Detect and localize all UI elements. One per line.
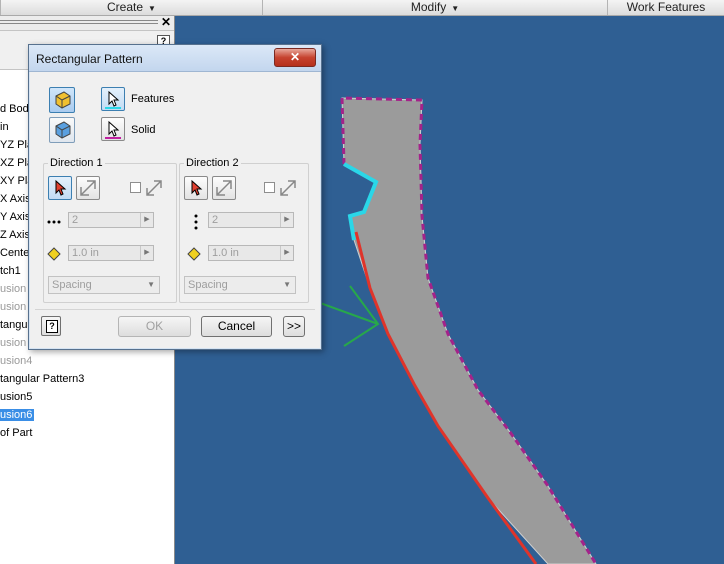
tree-item-label: tangul <box>0 319 30 331</box>
grip-icon[interactable] <box>0 20 158 26</box>
tree-item-label: Y Axis <box>0 211 31 223</box>
arrow-select-icon <box>191 179 203 196</box>
tree-item[interactable]: X Axis <box>0 190 31 208</box>
tree-item-label: usion <box>0 301 27 313</box>
tree-item-label: usion5 <box>0 391 33 403</box>
dialog-title-bar[interactable]: Rectangular Pattern ✕ <box>29 45 321 72</box>
cursor-icon <box>105 120 121 139</box>
ribbon-tab-create[interactable]: Create ▼ <box>0 0 262 15</box>
spacing-icon <box>187 247 201 261</box>
direction1-count-input[interactable]: 2 ▶ <box>68 212 154 228</box>
ok-button[interactable]: OK <box>118 316 191 337</box>
tree-item-label: usion6 <box>0 409 35 421</box>
flip-direction-icon <box>80 180 96 196</box>
flip-direction-icon <box>216 180 232 196</box>
tree-item[interactable]: usion <box>0 298 26 316</box>
direction2-spacing-input[interactable]: 1.0 in ▶ <box>208 245 294 261</box>
direction2-title: Direction 2 <box>184 157 241 169</box>
features-pattern-icon <box>55 91 71 109</box>
spinner-arrow-icon[interactable]: ▶ <box>280 246 293 260</box>
cursor-icon <box>105 90 121 109</box>
dialog-title: Rectangular Pattern <box>36 52 143 66</box>
direction1-method-select[interactable]: Spacing ▼ <box>48 276 160 294</box>
tree-item[interactable]: in <box>0 118 9 136</box>
direction2-midplane-checkbox[interactable] <box>264 182 275 193</box>
direction1-midplane-checkbox[interactable] <box>130 182 141 193</box>
direction1-flip-button[interactable] <box>76 176 100 200</box>
close-icon[interactable]: ✕ <box>161 15 171 29</box>
rectangular-pattern-dialog: Rectangular Pattern ✕ Features Solid Dir… <box>28 44 322 350</box>
tree-item-label: usion <box>0 283 27 295</box>
tree-item[interactable]: usion <box>0 334 26 352</box>
tree-item[interactable]: usion <box>0 280 26 298</box>
midplane-icon <box>280 180 296 196</box>
more-options-button[interactable]: >> <box>283 316 305 337</box>
pattern-features-mode-button[interactable] <box>49 87 75 113</box>
ribbon-tab-modify[interactable]: Modify ▼ <box>262 0 607 15</box>
direction2-count-input[interactable]: 2 ▶ <box>208 212 294 228</box>
pattern-solid-mode-button[interactable] <box>49 117 75 143</box>
browser-title-bar: ✕ <box>0 15 174 31</box>
tree-item[interactable]: Y Axis <box>0 208 30 226</box>
tree-item[interactable]: Z Axis <box>0 226 30 244</box>
tree-item[interactable]: usion6 <box>0 406 35 424</box>
direction2-group: Direction 2 2 ▶ 1.0 in ▶ Spacing ▼ <box>179 157 309 303</box>
tree-item[interactable]: tangular Pattern3 <box>0 370 84 388</box>
direction2-method-select[interactable]: Spacing ▼ <box>184 276 296 294</box>
spinner-arrow-icon[interactable]: ▶ <box>140 213 153 227</box>
count-icon <box>194 214 198 230</box>
ribbon-tab-bar: Create ▼ Modify ▼ Work Features <box>0 0 724 16</box>
ribbon-tab-work-features[interactable]: Work Features <box>607 0 724 15</box>
tree-item[interactable]: tangul <box>0 316 30 334</box>
solid-label: Solid <box>131 124 156 136</box>
cancel-button[interactable]: Cancel <box>201 316 272 337</box>
features-select-button[interactable] <box>101 87 125 111</box>
tree-item-label: Cente <box>0 247 30 259</box>
solid-pattern-icon <box>55 121 71 139</box>
tree-item[interactable]: of Part <box>0 424 32 442</box>
direction1-path-select-button[interactable] <box>48 176 72 200</box>
tree-item[interactable]: tch1 <box>0 262 21 280</box>
arrow-select-icon <box>55 179 67 196</box>
chevron-down-icon: ▼ <box>148 4 156 13</box>
direction1-group: Direction 1 2 ▶ 1.0 in ▶ Spacing ▼ <box>43 157 177 303</box>
tree-item-label: of Part <box>0 427 33 439</box>
tree-item-label: X Axis <box>0 193 31 205</box>
dialog-body: Features Solid Direction 1 2 ▶ 1.0 in ▶ Sp… <box>35 77 315 345</box>
features-label: Features <box>131 93 175 105</box>
tree-item-label: tch1 <box>0 265 21 277</box>
dialog-close-button[interactable]: ✕ <box>274 48 316 67</box>
spinner-arrow-icon[interactable]: ▶ <box>280 213 293 227</box>
tree-item-label: tangular Pattern3 <box>0 373 85 385</box>
midplane-icon <box>146 180 162 196</box>
direction2-flip-button[interactable] <box>212 176 236 200</box>
chevron-down-icon: ▼ <box>451 4 460 13</box>
tree-item[interactable]: usion5 <box>0 388 32 406</box>
direction1-spacing-input[interactable]: 1.0 in ▶ <box>68 245 154 261</box>
count-icon <box>47 220 61 224</box>
tree-item-label: Z Axis <box>0 229 30 241</box>
help-button[interactable]: ? <box>41 316 61 336</box>
part-body[interactable] <box>341 97 597 564</box>
direction2-path-select-button[interactable] <box>184 176 208 200</box>
tree-item-label: in <box>0 121 9 133</box>
direction1-title: Direction 1 <box>48 157 105 169</box>
tree-item[interactable]: Cente <box>0 244 29 262</box>
solid-select-button[interactable] <box>101 117 125 141</box>
help-icon: ? <box>46 320 58 333</box>
tree-item[interactable]: usion4 <box>0 352 32 370</box>
chevron-down-icon: ▼ <box>283 280 291 289</box>
dialog-divider <box>35 309 315 310</box>
chevron-down-icon: ▼ <box>147 280 155 289</box>
tree-item-label: usion4 <box>0 355 33 367</box>
spacing-icon <box>47 247 61 261</box>
tree-item-label: usion <box>0 337 27 349</box>
spinner-arrow-icon[interactable]: ▶ <box>140 246 153 260</box>
